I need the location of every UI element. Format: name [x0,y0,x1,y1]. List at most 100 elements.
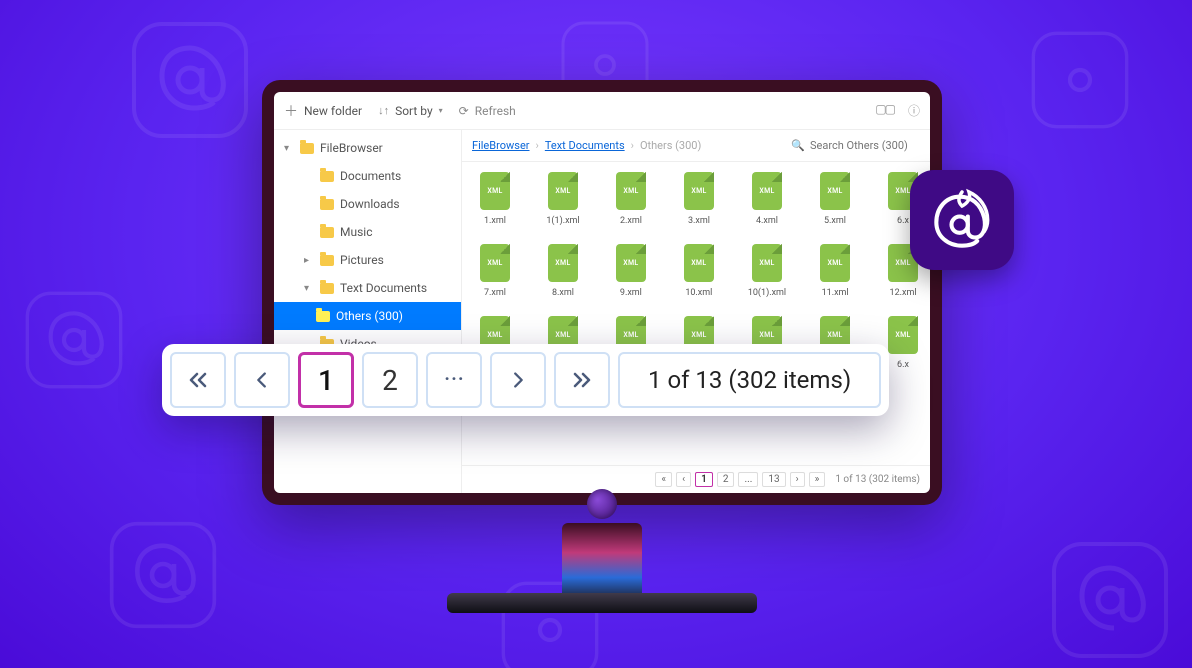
file-name: 1.xml [484,216,506,226]
pager-page-button[interactable]: 1 [695,472,713,487]
pager-last-button[interactable] [554,352,610,408]
pager-first-button[interactable]: « [655,472,672,487]
file-item[interactable]: XML 10(1).xml [748,244,786,298]
sort-by-button[interactable]: ↓↑ Sort by ▾ [378,104,443,118]
chevron-left-icon [251,369,273,391]
chevron-right-icon: ▸ [304,255,314,266]
monitor-frame: ＋ New folder ↓↑ Sort by ▾ ⟳ Refresh ▢▢ ⓘ [262,80,942,505]
pager-status: 1 of 13 (302 items) [618,352,881,408]
crumb-text-documents[interactable]: Text Documents [545,139,625,152]
search-icon: 🔍 [791,139,805,152]
file-item[interactable]: XML 2.xml [612,172,650,226]
tree-item-downloads[interactable]: Downloads [274,190,461,218]
sidebar: ▾ FileBrowser Documents Downloads Music … [274,130,462,493]
sort-by-label: Sort by [395,104,433,118]
chevron-down-icon: ▾ [439,106,443,115]
file-name: 11.xml [822,288,849,298]
file-name: 10(1).xml [748,288,786,298]
folder-icon [316,311,330,322]
new-folder-button[interactable]: ＋ New folder [284,101,362,121]
file-name: 8.xml [552,288,574,298]
file-name: 4.xml [756,216,778,226]
refresh-button[interactable]: ⟳ Refresh [459,104,516,118]
tree-label: FileBrowser [320,141,383,155]
tree-item-documents[interactable]: Documents [274,162,461,190]
pager-last-button[interactable]: » [809,472,826,487]
folder-icon [320,255,334,266]
plus-icon: ＋ [284,101,298,121]
file-item[interactable]: XML 1.xml [476,172,514,226]
file-item[interactable]: XML3.xml [680,172,718,226]
chevron-right-icon: › [536,139,539,152]
pager-page-1-button[interactable]: 1 [298,352,354,408]
double-chevron-left-icon [186,368,210,392]
crumb-current: Others (300) [640,139,701,152]
double-chevron-right-icon [570,368,594,392]
xml-file-icon: XML [480,244,510,282]
search-input[interactable] [810,139,920,152]
tree-label: Pictures [340,253,384,267]
file-item[interactable]: XML9.xml [612,244,650,298]
pager-page-2-button[interactable]: 2 [362,352,418,408]
folder-icon [320,283,334,294]
xml-file-icon: XML [616,172,646,210]
pager-next-button[interactable]: › [790,472,805,487]
file-item[interactable]: XML 8.xml [544,244,582,298]
file-name: 6.x [897,360,909,370]
tree-label: Text Documents [340,281,427,295]
file-grid: XML 1.xml XML1(1).xml XML 2.xml XML3.xml XML 4.… [462,162,930,465]
xml-file-icon: XML [820,172,850,210]
tree-root[interactable]: ▾ FileBrowser [274,134,461,162]
xml-file-icon: XML [684,244,714,282]
monitor-stand [562,523,642,601]
monitor-foot [447,593,757,613]
xml-file-icon: XML [888,316,918,354]
new-folder-label: New folder [304,104,362,118]
xml-file-icon: XML [752,172,782,210]
crumb-filebrowser[interactable]: FileBrowser [472,139,530,152]
tree-label: Documents [340,169,401,183]
chevron-right-icon [507,369,529,391]
file-item[interactable]: XML1(1).xml [544,172,582,226]
app-logo-badge [910,170,1014,270]
file-name: 2.xml [620,216,642,226]
pager-ellipsis: ... [738,472,758,487]
file-name: 6.x [897,216,909,226]
tree-item-text-documents[interactable]: ▾Text Documents [274,274,461,302]
file-name: 9.xml [620,288,642,298]
pager-prev-button[interactable]: ‹ [676,472,691,487]
pager-next-button[interactable] [490,352,546,408]
refresh-icon: ⟳ [459,104,469,118]
pager-status: 1 of 13 (302 items) [835,474,920,485]
folder-icon [320,199,334,210]
app-window: ＋ New folder ↓↑ Sort by ▾ ⟳ Refresh ▢▢ ⓘ [274,92,930,493]
tree-item-pictures[interactable]: ▸ Pictures [274,246,461,274]
tree-item-music[interactable]: Music [274,218,461,246]
file-item[interactable]: XML 7.xml [476,244,514,298]
at-flame-icon [927,185,997,255]
file-item[interactable]: XML11.xml [816,244,854,298]
xml-file-icon: XML [480,172,510,210]
file-item[interactable]: XML 10.xml [680,244,718,298]
chevron-right-icon: › [631,139,634,152]
sort-icon: ↓↑ [378,104,389,117]
pager-page-button[interactable]: 13 [762,472,785,487]
file-name: 5.xml [824,216,846,226]
file-item[interactable]: XML 6.x [884,316,922,370]
info-icon[interactable]: ⓘ [908,102,920,119]
tree-item-others[interactable]: Others (300) [274,302,461,330]
file-name: 10.xml [685,288,712,298]
pagination-zoom-card: 1 2 ··· 1 of 13 (302 items) [162,344,889,416]
xml-file-icon: XML [548,244,578,282]
view-grid-icon[interactable]: ▢▢ [875,102,894,119]
file-item[interactable]: XML 5.xml [816,172,854,226]
search-box[interactable]: 🔍 [791,139,920,152]
xml-file-icon: XML [752,244,782,282]
pager-prev-button[interactable] [234,352,290,408]
folder-icon [300,143,314,154]
file-name: 12.xml [890,288,917,298]
pager-page-button[interactable]: 2 [717,472,735,487]
pager-first-button[interactable] [170,352,226,408]
file-name: 7.xml [484,288,506,298]
file-item[interactable]: XML 4.xml [748,172,786,226]
